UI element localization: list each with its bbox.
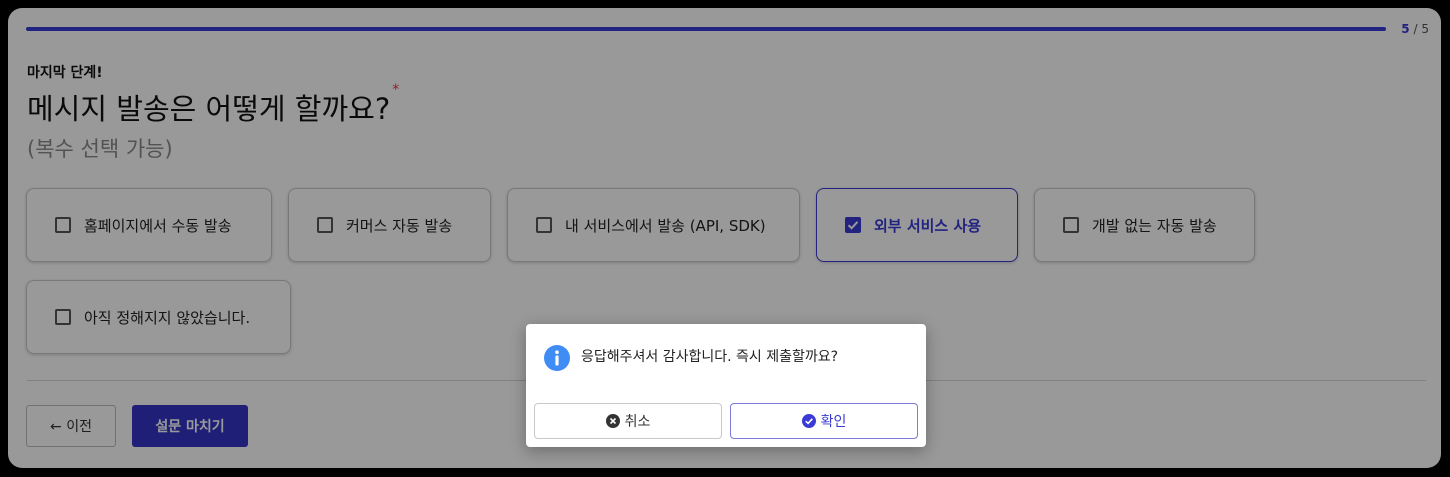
close-circle-icon (605, 414, 620, 428)
dialog-message: 응답해주셔서 감사합니다. 즉시 제출할까요? (581, 349, 839, 365)
confirm-label: 확인 (820, 414, 847, 430)
check-circle-icon (801, 414, 816, 428)
cancel-button[interactable]: 취소 (534, 403, 722, 439)
cancel-label: 취소 (624, 414, 651, 430)
confirm-button[interactable]: 확인 (730, 403, 918, 439)
confirm-dialog: 응답해주셔서 감사합니다. 즉시 제출할까요? 취소 확인 (526, 324, 926, 447)
info-icon (544, 345, 570, 371)
